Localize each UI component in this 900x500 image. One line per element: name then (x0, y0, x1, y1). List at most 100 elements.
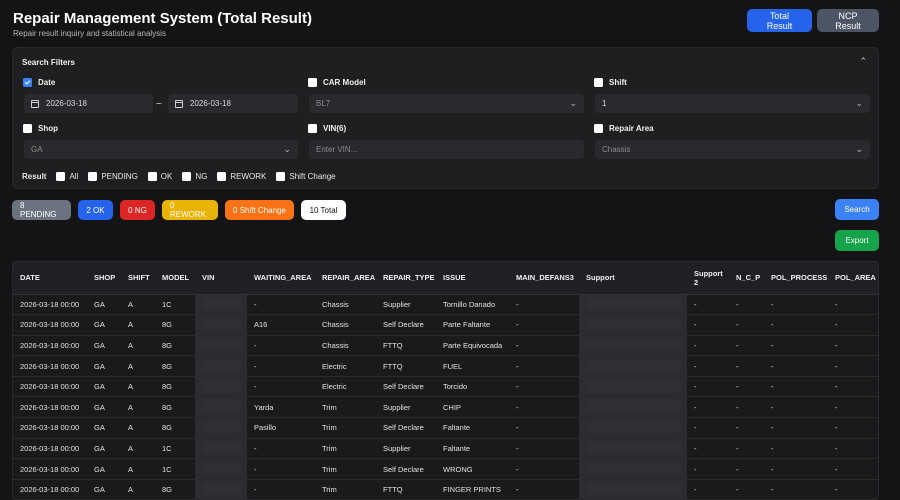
table-cell: 1C (155, 438, 195, 460)
pending-count-badge[interactable]: 8 PENDING (12, 200, 71, 220)
table-cell: Trim (315, 396, 376, 419)
table-cell: A (121, 417, 155, 439)
column-header[interactable]: ISSUE (436, 262, 509, 295)
table-cell: - (509, 355, 579, 377)
car-model-checkbox[interactable] (308, 78, 317, 87)
column-header[interactable]: WAITING_AREA (247, 262, 315, 295)
shop-filter-label[interactable]: Shop (23, 124, 58, 133)
search-button[interactable]: Search (835, 199, 879, 220)
ok-count-badge[interactable]: 2 OK (78, 200, 113, 220)
table-cell: 8G (155, 417, 195, 439)
vin-filter-label[interactable]: VIN(6) (308, 124, 346, 133)
table-cell: Parte Equivocada (436, 335, 509, 357)
date-filter-label[interactable]: Date (23, 78, 55, 87)
total-result-button[interactable]: Total Result (747, 9, 812, 32)
column-header[interactable]: POL_AREA (828, 262, 878, 295)
result-checkbox[interactable] (217, 172, 227, 181)
redacted-value (202, 317, 240, 330)
column-header[interactable]: MODEL (155, 262, 195, 295)
table-cell: Self Declare (376, 376, 436, 398)
column-header[interactable]: DATE (13, 262, 87, 295)
table-cell: - (764, 335, 828, 357)
shift-select[interactable]: 1 ⌄ (595, 94, 870, 113)
result-checkbox[interactable] (276, 172, 286, 181)
shift-checkbox[interactable] (594, 78, 603, 87)
table-row[interactable]: 2026-03-18 00:00 GA A 1C - Trim Supplier Faltan… (13, 438, 878, 460)
shop-checkbox[interactable] (23, 124, 32, 133)
ng-count-badge[interactable]: 0 NG (120, 200, 155, 220)
result-option-shift-change[interactable]: Shift Change (276, 172, 336, 181)
date-from-input[interactable]: 2026-03-18 (24, 94, 153, 113)
table-row[interactable]: 2026-03-18 00:00 GA A 8G A16 Chassis Self Decl… (13, 314, 878, 336)
table-row[interactable]: 2026-03-18 00:00 GA A 8G - Electric Self Decla… (13, 376, 878, 398)
collapse-chevron-icon[interactable]: ⌃ (859, 56, 867, 67)
column-header[interactable]: SHIFT (121, 262, 155, 295)
redacted-value (202, 379, 240, 392)
column-header[interactable]: N_C_P (729, 262, 764, 295)
result-option-rework[interactable]: REWORK (217, 172, 266, 181)
redacted-value (586, 379, 680, 392)
column-header[interactable]: REPAIR_AREA (315, 262, 376, 295)
table-cell: - (247, 479, 315, 499)
vin-checkbox[interactable] (308, 124, 317, 133)
result-checkbox[interactable] (56, 172, 66, 181)
result-option-pending[interactable]: PENDING (88, 172, 138, 181)
table-cell: 1C (155, 294, 195, 316)
table-cell: 2026-03-18 00:00 (13, 314, 87, 336)
table-cell: A (121, 355, 155, 377)
date-to-input[interactable]: 2026-03-18 (168, 94, 298, 113)
car-model-filter-label[interactable]: CAR Model (308, 78, 366, 87)
table-row[interactable]: 2026-03-18 00:00 GA A 8G - Chassis FTTQ Parte E… (13, 335, 878, 357)
rework-count-badge[interactable]: 0 REWORK (162, 200, 218, 220)
redacted-value (586, 297, 680, 310)
table-cell: - (764, 479, 828, 499)
table-cell: - (247, 376, 315, 398)
table-cell (195, 438, 247, 460)
table-cell: Supplier (376, 396, 436, 419)
column-header[interactable]: POL_PROCESS (764, 262, 828, 295)
table-cell: - (509, 438, 579, 460)
table-cell: 2026-03-18 00:00 (13, 335, 87, 357)
table-cell: Chassis (315, 314, 376, 336)
table-row[interactable]: 2026-03-18 00:00 GA A 8G - Trim FTTQ FINGER PRI… (13, 479, 878, 499)
table-cell: 8G (155, 396, 195, 419)
shift-change-count-badge[interactable]: 0 Shift Change (225, 200, 294, 220)
column-header[interactable]: Support (579, 262, 687, 295)
table-row[interactable]: 2026-03-18 00:00 GA A 1C - Trim Self Declare WR… (13, 458, 878, 480)
column-header[interactable]: SHOP (87, 262, 121, 295)
column-header[interactable]: Support 2 (687, 262, 729, 295)
table-cell: Torcido (436, 376, 509, 398)
export-button[interactable]: Export (835, 230, 879, 251)
date-checkbox[interactable] (23, 78, 32, 87)
result-option-ng[interactable]: NG (182, 172, 207, 181)
table-cell: A (121, 335, 155, 357)
table-cell: Faltante (436, 438, 509, 460)
table-cell: - (828, 355, 878, 377)
table-row[interactable]: 2026-03-18 00:00 GA A 8G Yarda Trim Supplier CH… (13, 396, 878, 419)
result-checkbox[interactable] (147, 172, 157, 181)
chevron-down-icon: ⌄ (283, 144, 291, 154)
table-row[interactable]: 2026-03-18 00:00 GA A 1C - Chassis Supplier Tor… (13, 294, 878, 316)
vin-input[interactable]: Enter VIN... (309, 140, 584, 159)
table-row[interactable]: 2026-03-18 00:00 GA A 8G - Electric FTTQ FUEL - -… (13, 355, 878, 377)
car-model-select[interactable]: BL7 ⌄ (309, 94, 584, 113)
ncp-result-button[interactable]: NCP Result (817, 9, 879, 32)
repair-area-select[interactable]: Chassis ⌄ (595, 140, 870, 159)
result-option-all[interactable]: All (56, 172, 78, 181)
repair-area-checkbox[interactable] (594, 124, 603, 133)
result-checkbox[interactable] (88, 172, 98, 181)
result-checkbox[interactable] (182, 172, 192, 181)
calendar-icon (175, 99, 183, 108)
table-cell: 2026-03-18 00:00 (13, 438, 87, 460)
shop-select[interactable]: GA ⌄ (24, 140, 298, 159)
results-table-container[interactable]: DATE SHOP SHIFT MODEL VIN WAITING_AREA REPAIR_… (12, 261, 879, 500)
redacted-value (202, 482, 240, 495)
column-header[interactable]: VIN (195, 262, 247, 295)
total-count-badge[interactable]: 10 Total (301, 200, 346, 220)
shift-filter-label[interactable]: Shift (594, 78, 627, 87)
column-header[interactable]: MAIN_DEFANS3 (509, 262, 579, 295)
column-header[interactable]: REPAIR_TYPE (376, 262, 436, 295)
table-row[interactable]: 2026-03-18 00:00 GA A 8G Pasillo Trim Self Dec… (13, 417, 878, 439)
result-option-ok[interactable]: OK (147, 172, 172, 181)
repair-area-filter-label[interactable]: Repair Area (594, 124, 654, 133)
